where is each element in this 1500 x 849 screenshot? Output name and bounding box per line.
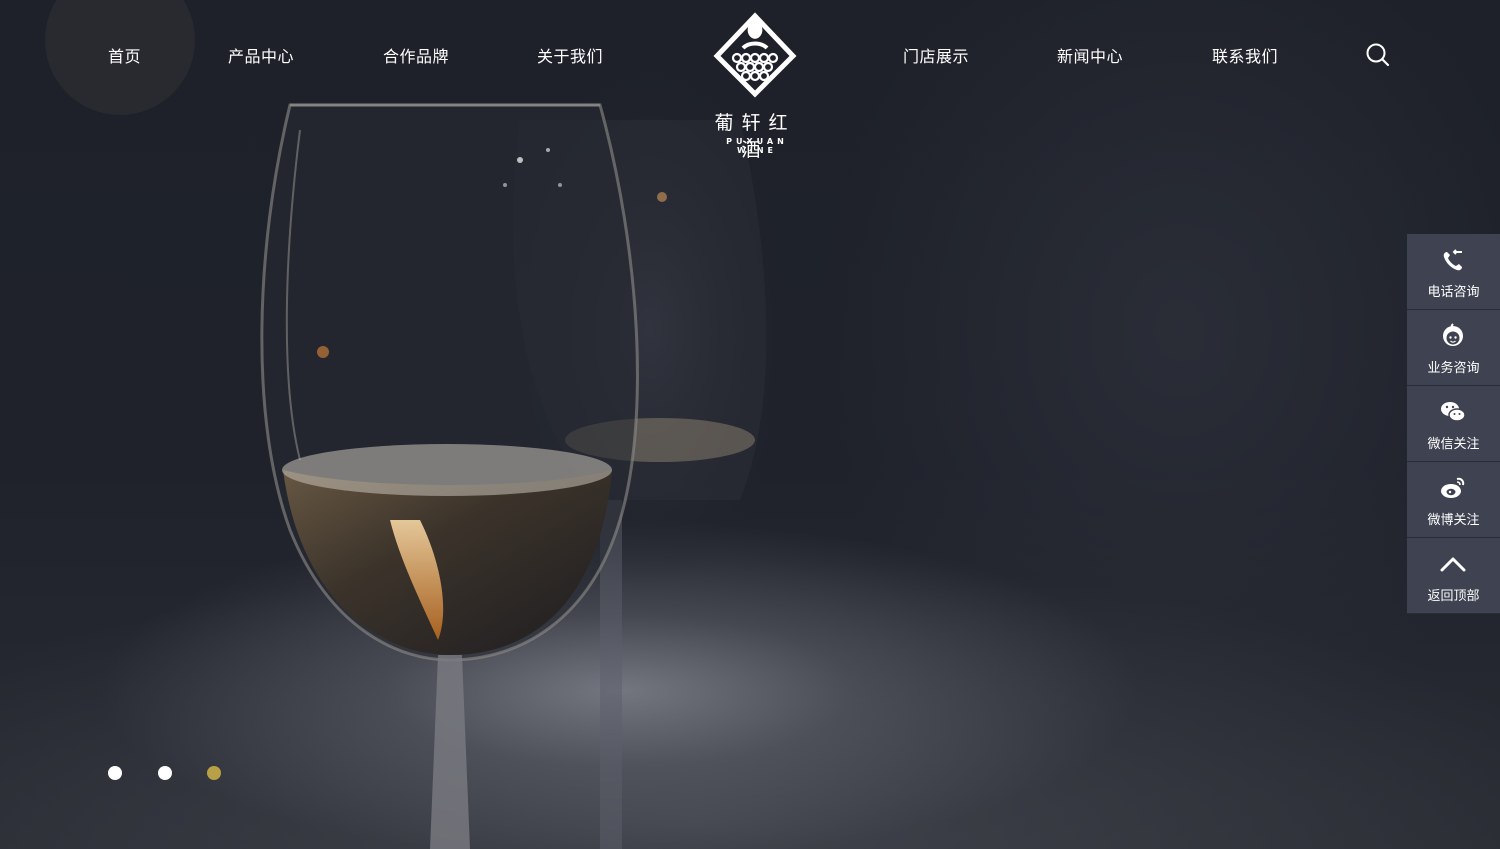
chevron-up-icon xyxy=(1440,557,1466,572)
sidebar-item-label: 电话咨询 xyxy=(1427,285,1480,300)
service-agent-icon xyxy=(1443,323,1463,346)
search-icon xyxy=(1366,43,1390,67)
sidebar-item-label: 微博关注 xyxy=(1427,513,1480,528)
slider-dot-3[interactable] xyxy=(207,766,221,780)
slider-dot-1[interactable] xyxy=(108,766,122,780)
sidebar-item-label: 微信关注 xyxy=(1427,437,1480,452)
sidebar-item-service[interactable]: 业务咨询 xyxy=(1407,310,1500,386)
nav-item-news[interactable]: 新闻中心 xyxy=(1057,43,1123,67)
nav-item-products[interactable]: 产品中心 xyxy=(228,43,294,67)
sidebar-item-back-to-top[interactable]: 返回顶部 xyxy=(1407,538,1500,614)
nav-item-contact[interactable]: 联系我们 xyxy=(1212,43,1278,67)
sidebar-item-phone[interactable]: 电话咨询 xyxy=(1407,234,1500,310)
nav-item-brands[interactable]: 合作品牌 xyxy=(383,43,449,67)
nav-item-about[interactable]: 关于我们 xyxy=(537,43,603,67)
floating-sidebar: 电话咨询 业务咨询 微信关注 微博关注 返回顶部 xyxy=(1407,234,1500,614)
weibo-icon xyxy=(1441,477,1465,498)
site-logo[interactable]: 葡轩红酒 PUXUAN WINE xyxy=(705,12,805,161)
nav-item-stores[interactable]: 门店展示 xyxy=(903,43,969,67)
logo-english-name: PUXUAN WINE xyxy=(726,137,788,155)
sidebar-item-weibo[interactable]: 微博关注 xyxy=(1407,462,1500,538)
phone-icon xyxy=(1443,249,1462,271)
sidebar-item-label: 返回顶部 xyxy=(1427,589,1480,604)
search-button[interactable] xyxy=(1365,42,1391,68)
grape-diamond-logo-icon xyxy=(713,12,797,98)
nav-item-home[interactable]: 首页 xyxy=(108,43,141,67)
sidebar-item-label: 业务咨询 xyxy=(1427,361,1480,376)
top-navigation: 首页 产品中心 合作品牌 关于我们 葡轩红酒 PUXUAN WINE 门店展示 … xyxy=(0,0,1500,161)
wechat-icon xyxy=(1441,402,1466,422)
sidebar-item-wechat[interactable]: 微信关注 xyxy=(1407,386,1500,462)
slider-dot-2[interactable] xyxy=(158,766,172,780)
